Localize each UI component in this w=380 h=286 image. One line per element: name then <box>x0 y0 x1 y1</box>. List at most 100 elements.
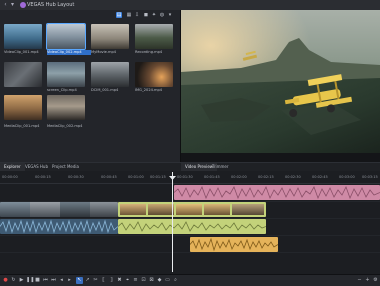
ruler-label: 00:02:30 <box>285 175 301 179</box>
thumbnail-image <box>91 62 129 87</box>
media-thumbnail[interactable] <box>4 128 42 161</box>
thumbnail-image <box>47 95 85 120</box>
media-thumbnail[interactable]: Recording.mp4 <box>135 24 173 57</box>
thumbnail-image <box>135 62 173 87</box>
loop-icon[interactable]: ↻ <box>10 277 17 284</box>
auto-ripple-icon[interactable]: ≡ <box>132 277 139 284</box>
thumbnail-image <box>4 62 42 87</box>
ruler-label: 00:01:45 <box>204 175 220 179</box>
ruler-label: 00:00:15 <box>35 175 51 179</box>
video-clip-selected[interactable] <box>118 202 266 217</box>
effects-icon[interactable]: ✦ <box>151 12 157 18</box>
ruler-label: 00:00:00 <box>2 175 18 179</box>
audio-clip[interactable] <box>190 237 278 252</box>
ruler-label: 00:01:30 <box>177 175 193 179</box>
ignore-grouping-icon[interactable]: ⊠ <box>148 277 155 284</box>
media-thumbnail[interactable]: MediaClip_001.mp4 <box>4 95 42 128</box>
audio-clip[interactable] <box>0 219 118 234</box>
timeline-toolbar: ● ↻ ▶ ❚❚ ■ ⏮ ⏭ ◂ ▸ ↖ ↗ ✂ ⟦ ⟧ ✖ ⌖ ≡ ⊡ ⊠ ◆… <box>0 274 380 286</box>
delete-icon[interactable]: ✖ <box>116 277 123 284</box>
lock-envelopes-icon[interactable]: ⊡ <box>140 277 147 284</box>
thumbnail-label: VideoClip_001.mp4 <box>4 50 39 54</box>
preview-image <box>181 10 380 153</box>
thumbnail-label: MyMovie.mp4 <box>91 50 117 54</box>
audio-waveform <box>190 237 278 252</box>
audio-waveform <box>0 219 118 234</box>
audio-clip[interactable] <box>174 185 380 200</box>
capture-icon[interactable]: ◼ <box>143 12 149 18</box>
ruler-label: 00:00:30 <box>68 175 84 179</box>
media-thumbnail[interactable]: VideoClip_002.mp4 <box>46 23 91 57</box>
next-frame-icon[interactable]: ▸ <box>66 277 73 284</box>
thumbnail-label: screen_Clip.mp4 <box>47 88 77 92</box>
audio-clip-selected[interactable] <box>118 219 266 234</box>
zoom-out-icon[interactable]: − <box>356 277 363 284</box>
media-toolbar: ▤ ▦ ⇩ ◼ ✦ ◍ ▾ <box>0 10 180 21</box>
record-icon[interactable]: ● <box>2 277 9 284</box>
thumbnail-image <box>47 62 85 87</box>
thumbnail-image <box>135 24 173 49</box>
media-thumbnail[interactable]: IMG_2024.mp4 <box>135 62 173 95</box>
trim-start-icon[interactable]: ⟦ <box>100 277 107 284</box>
stop-icon[interactable]: ■ <box>34 277 41 284</box>
thumbnail-image <box>46 23 86 50</box>
thumbnail-label: IMG_2024.mp4 <box>135 88 163 92</box>
project-media-panel: ▤ ▦ ⇩ ◼ ✦ ◍ ▾ VideoClip_001.mp4 VideoCli… <box>0 10 181 165</box>
thumbnail-label: Recording.mp4 <box>135 50 163 54</box>
ruler-label: 00:01:15 <box>150 175 166 179</box>
audio-waveform <box>118 221 266 232</box>
thumbnail-image <box>4 24 42 49</box>
thumbnail-label: MediaClip_002.mp4 <box>47 124 83 128</box>
back-arrow-icon[interactable]: ‹ <box>2 1 9 8</box>
go-to-end-icon[interactable]: ⏭ <box>50 277 57 284</box>
go-to-start-icon[interactable]: ⏮ <box>42 277 49 284</box>
ruler-label: 00:02:45 <box>312 175 328 179</box>
ruler-label: 00:02:15 <box>258 175 274 179</box>
grid-icon[interactable]: ▦ <box>126 12 132 18</box>
normal-edit-tool-icon[interactable]: ↖ <box>76 277 83 284</box>
thumbnail-image <box>91 24 129 49</box>
video-preview-panel: ● ↻ ▸ ▶ ❚❚ ■ ⏮ ⏭ ◂ ▸ ⚙ <box>181 10 380 170</box>
audio-waveform <box>174 185 380 200</box>
thumbnail-label: VideoClip_002.mp4 <box>47 50 91 55</box>
prev-frame-icon[interactable]: ◂ <box>58 277 65 284</box>
import-icon[interactable]: ⇩ <box>134 12 140 18</box>
ruler-label: 00:01:00 <box>128 175 144 179</box>
media-thumbnail[interactable]: VideoClip_001.mp4 <box>4 24 42 57</box>
preview-frame <box>181 10 380 153</box>
window-title: VEGAS Hub Layout <box>27 2 75 8</box>
more-icon[interactable]: ▾ <box>167 12 173 18</box>
view-mode-icon[interactable]: ▤ <box>116 12 122 18</box>
media-thumbnail[interactable]: MediaClip_002.mp4 <box>47 95 85 128</box>
zoom-in-icon[interactable]: + <box>364 277 371 284</box>
snapping-icon[interactable]: ⌖ <box>124 277 131 284</box>
timeline-ruler[interactable]: 00:00:00 00:00:15 00:00:30 00:00:45 00:0… <box>0 174 380 184</box>
app-logo-icon <box>20 2 26 8</box>
dropdown-arrow-icon[interactable]: ▾ <box>9 1 16 8</box>
media-thumbnail[interactable]: screen_Clip.mp4 <box>47 62 85 95</box>
tag-icon[interactable]: ◍ <box>159 12 165 18</box>
tab-project-media[interactable]: Project Media <box>48 163 83 171</box>
ruler-label: 00:00:45 <box>101 175 117 179</box>
play-icon[interactable]: ▶ <box>18 277 25 284</box>
settings-icon[interactable]: ⚙ <box>372 277 379 284</box>
zoom-icon[interactable]: ⌕ <box>172 277 179 284</box>
media-thumbnail[interactable]: MyMovie.mp4 <box>91 24 129 57</box>
ruler-label: 00:03:00 <box>339 175 355 179</box>
thumbnail-label: DCIM_001.mp4 <box>91 88 119 92</box>
ruler-label: 00:03:15 <box>362 175 378 179</box>
tab-trimmer[interactable]: Trimmer <box>208 163 233 171</box>
ruler-label: 00:02:00 <box>231 175 247 179</box>
media-thumbnail[interactable]: DCIM_001.mp4 <box>91 62 129 95</box>
video-clip[interactable] <box>0 202 118 217</box>
media-thumbnail[interactable] <box>4 62 42 95</box>
marker-icon[interactable]: ◆ <box>156 277 163 284</box>
region-icon[interactable]: ▭ <box>164 277 171 284</box>
thumbnail-image <box>4 95 42 120</box>
timeline: 00:00:00 00:00:15 00:00:30 00:00:45 00:0… <box>0 171 380 274</box>
pause-icon[interactable]: ❚❚ <box>26 277 34 284</box>
split-icon[interactable]: ✂ <box>92 277 99 284</box>
envelope-tool-icon[interactable]: ↗ <box>84 277 91 284</box>
trim-end-icon[interactable]: ⟧ <box>108 277 115 284</box>
playhead[interactable] <box>172 172 173 272</box>
